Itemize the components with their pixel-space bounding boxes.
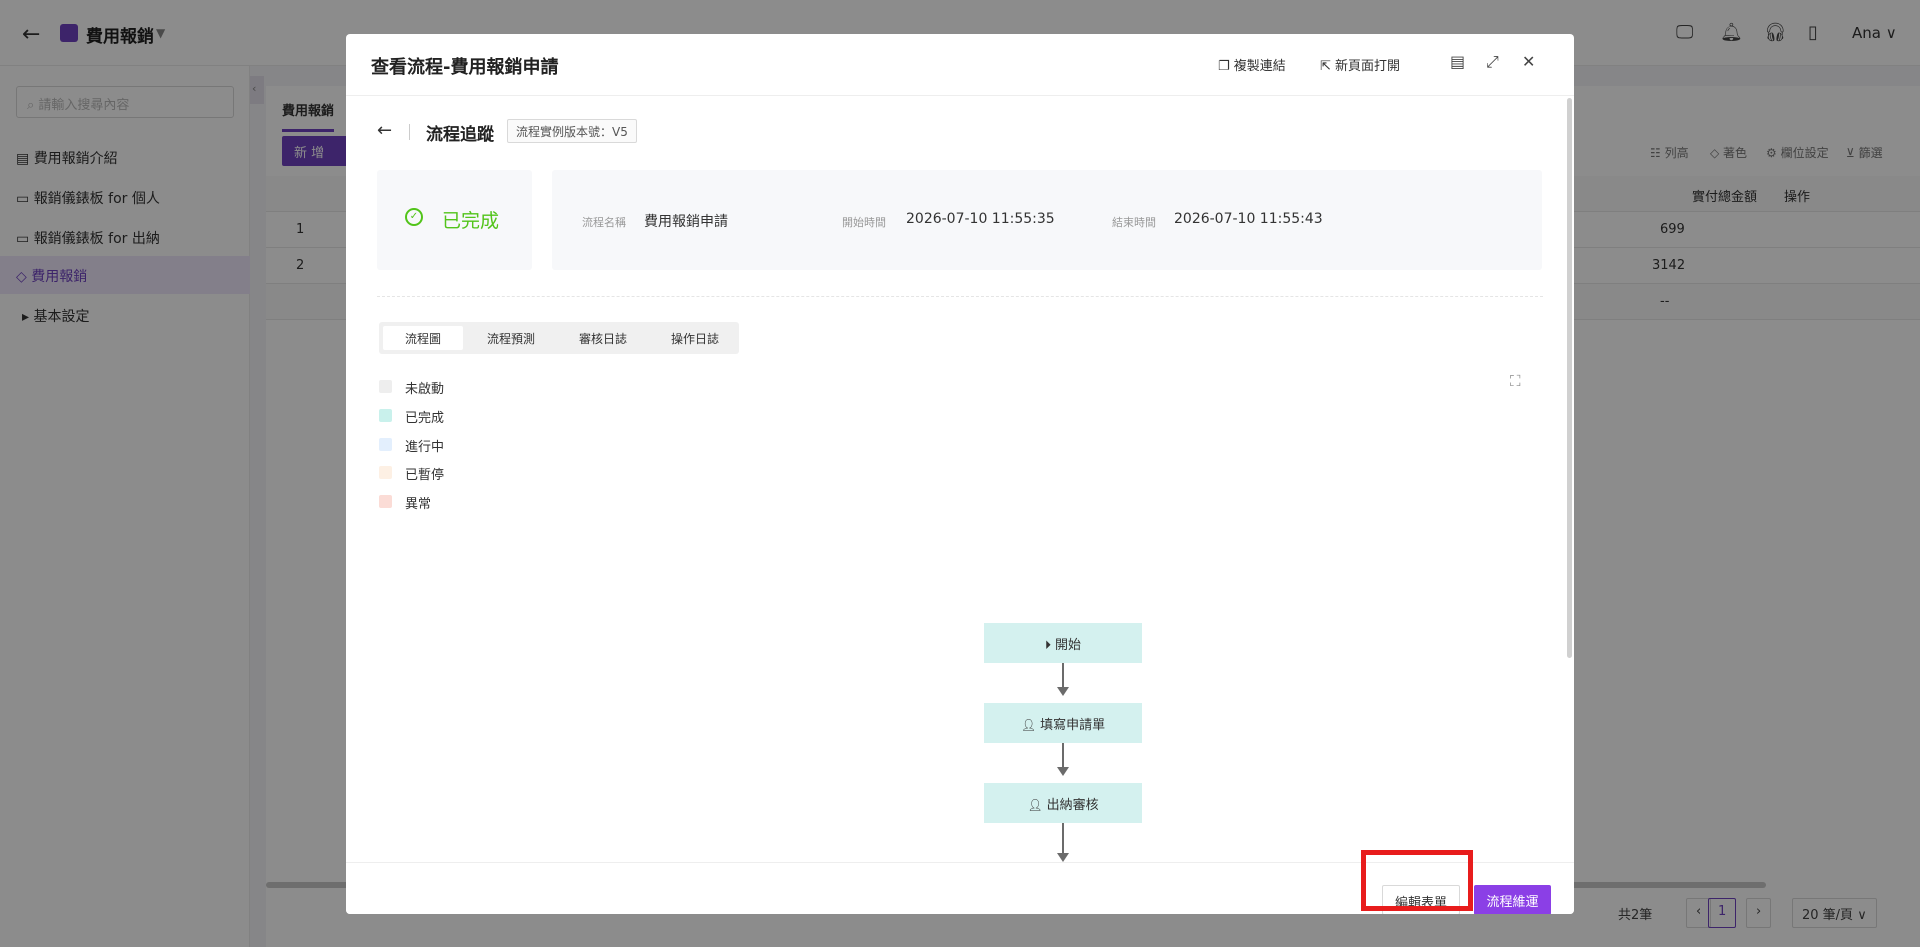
continue-flow-button[interactable]: 流程維運 [1474,885,1551,914]
start-time-value: 2026-07-10 11:55:35 [906,211,1055,227]
legend-label: 異常 [405,497,432,512]
process-modal: 查看流程-費用報銷申請 ❐ 複製連結 ⇱ 新頁面打開 ▤ ⤢ ✕ ← 流程追蹤 … [346,34,1574,914]
flow-node-cashier-review[interactable]: 👤︎ 出納審核 [984,783,1142,823]
section-divider [377,296,1543,297]
open-new-page-button[interactable]: ⇱ 新頁面打開 [1320,55,1400,74]
end-time-label: 結束時間 [1112,216,1156,229]
legend-label: 進行中 [405,440,445,455]
flow-node-start[interactable]: ⏵ 開始 [984,623,1142,663]
process-name-value: 費用報銷申請 [644,214,728,230]
start-time-label: 開始時間 [842,216,886,229]
tracking-back-icon[interactable]: ← [377,120,392,141]
play-circle-icon: ⏵ [1044,638,1051,652]
process-name-label: 流程名稱 [582,216,626,229]
legend-swatch [379,409,392,422]
legend-label: 已暫停 [405,468,445,483]
flow-connector [1062,743,1064,767]
expand-diagram-icon[interactable]: ⛶ [1510,372,1521,390]
legend-swatch [379,438,392,451]
version-tag: 流程實例版本號：V5 [507,119,637,143]
flow-connector [1062,663,1064,687]
status-card: ✓ 已完成 [377,170,532,270]
info-card: 流程名稱 費用報銷申請 開始時間 2026-07-10 11:55:35 結束時… [552,170,1542,270]
user-icon: 👤︎ [1020,718,1037,732]
legend-label: 未啟動 [405,382,445,397]
tab-operation-log[interactable]: 操作日誌 [653,326,737,350]
end-time-value: 2026-07-10 11:55:43 [1174,211,1323,227]
tab-audit-log[interactable]: 審核日誌 [561,326,645,350]
tracking-title: 流程追蹤 [426,125,494,145]
flow-node-fill-form[interactable]: 👤︎ 填寫申請單 [984,703,1142,743]
flow-arrow-icon [1057,853,1069,862]
tab-forecast[interactable]: 流程預測 [469,326,553,350]
legend-swatch [379,380,392,393]
legend-label: 已完成 [405,411,445,426]
modal-title: 查看流程-費用報銷申請 [371,57,559,78]
flow-connector [1062,823,1064,853]
legend-swatch [379,495,392,508]
close-icon[interactable]: ✕ [1522,52,1535,71]
highlight-box [1361,850,1473,911]
modal-header: 查看流程-費用報銷申請 ❐ 複製連結 ⇱ 新頁面打開 ▤ ⤢ ✕ [346,34,1574,96]
vertical-scrollbar[interactable] [1567,98,1572,658]
check-circle-icon: ✓ [405,208,423,226]
modal-body: ← 流程追蹤 流程實例版本號：V5 ✓ 已完成 流程名稱 費用報銷申請 開始時間… [346,96,1574,862]
copy-link-button[interactable]: ❐ 複製連結 [1218,55,1286,74]
user-icon: 👤︎ [1027,798,1043,812]
legend-swatch [379,466,392,479]
divider [409,124,410,140]
fullscreen-icon[interactable]: ⤢ [1486,52,1499,72]
flow-arrow-icon [1057,687,1069,696]
flow-arrow-icon [1057,767,1069,776]
tab-flowchart[interactable]: 流程圖 [383,326,463,350]
view-tabs: 流程圖 流程預測 審核日誌 操作日誌 [379,322,739,354]
status-text: 已完成 [442,210,500,232]
side-panel-icon[interactable]: ▤ [1450,52,1465,71]
